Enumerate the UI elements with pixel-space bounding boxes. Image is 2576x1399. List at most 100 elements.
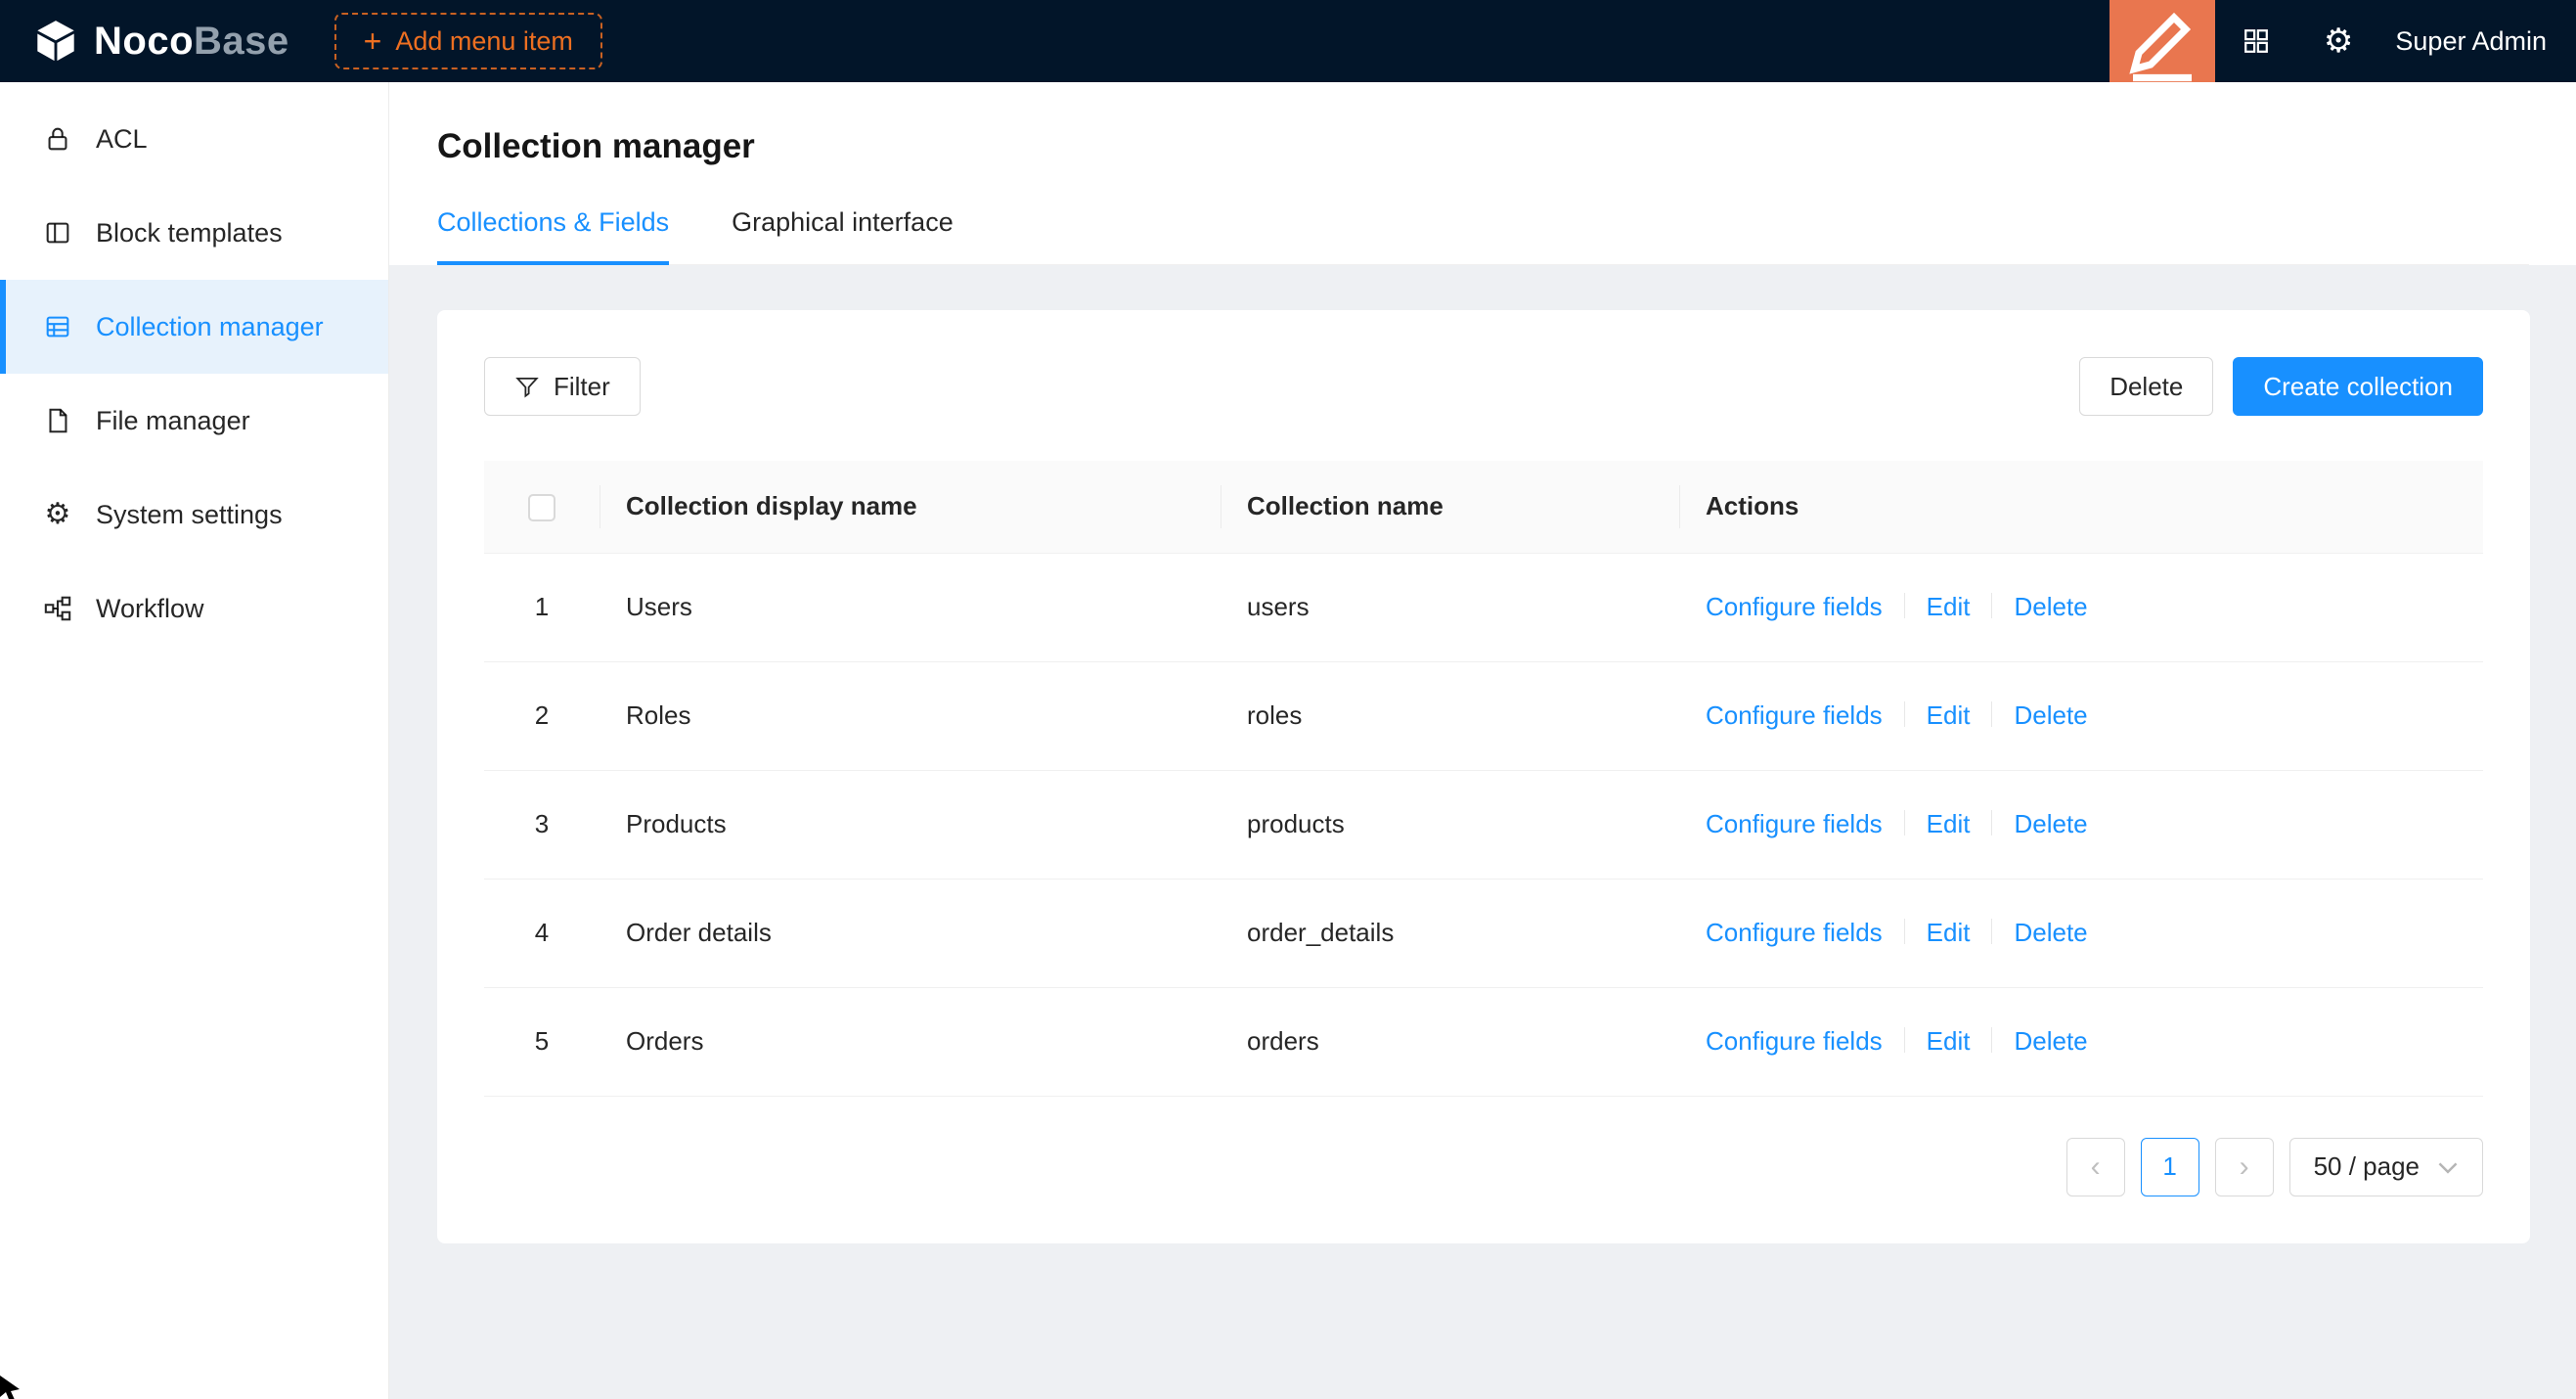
divider — [1904, 1027, 1905, 1053]
row-index: 5 — [484, 987, 600, 1096]
lock-icon — [43, 124, 72, 154]
filter-funnel-icon — [514, 374, 540, 399]
gear-icon: ⚙ — [43, 500, 72, 529]
highlighter-pen-icon — [2115, 0, 2209, 88]
delete-link[interactable]: Delete — [2014, 592, 2087, 621]
system-settings-button[interactable]: ⚙ — [2297, 0, 2379, 82]
cell-display-name: Products — [600, 770, 1221, 879]
collections-card: Filter Delete Create collection — [437, 310, 2530, 1243]
file-icon — [43, 406, 72, 435]
cell-display-name: Roles — [600, 661, 1221, 770]
edit-link[interactable]: Edit — [1927, 592, 1971, 621]
edit-link[interactable]: Edit — [1927, 809, 1971, 838]
edit-link[interactable]: Edit — [1927, 1026, 1971, 1056]
sidebar-item-acl[interactable]: ACL — [0, 92, 388, 186]
cell-collection-name: orders — [1221, 987, 1679, 1096]
tab-graphical-interface[interactable]: Graphical interface — [732, 207, 954, 265]
delete-link[interactable]: Delete — [2014, 809, 2087, 838]
tab-collections-fields[interactable]: Collections & Fields — [437, 207, 669, 265]
configure-fields-link[interactable]: Configure fields — [1706, 700, 1883, 730]
edit-link[interactable]: Edit — [1927, 700, 1971, 730]
delete-link[interactable]: Delete — [2014, 700, 2087, 730]
cell-display-name: Orders — [600, 987, 1221, 1096]
table-row: 3 Products products Configure fields Edit… — [484, 770, 2483, 879]
pagination-page-1-button[interactable]: 1 — [2141, 1138, 2199, 1196]
column-header-collection-name: Collection name — [1221, 461, 1679, 553]
page-header: Collection manager Collections & Fields … — [389, 82, 2576, 265]
content-area: Collection manager Collections & Fields … — [389, 82, 2576, 1399]
sidebar-item-block-templates[interactable]: Block templates — [0, 186, 388, 280]
divider — [1904, 593, 1905, 618]
grid-icon — [2242, 26, 2271, 56]
cell-collection-name: products — [1221, 770, 1679, 879]
filter-button[interactable]: Filter — [484, 357, 641, 416]
plus-icon: + — [364, 25, 382, 57]
divider — [1904, 810, 1905, 835]
topbar-right: ⚙ Super Admin — [2110, 0, 2576, 82]
sidebar-item-system-settings[interactable]: ⚙ System settings — [0, 468, 388, 562]
tab-bar: Collections & Fields Graphical interface — [437, 207, 2529, 265]
sidebar-item-collection-manager[interactable]: Collection manager — [0, 280, 388, 374]
row-index: 2 — [484, 661, 600, 770]
current-user[interactable]: Super Admin — [2379, 26, 2576, 57]
divider — [1991, 1027, 1992, 1053]
table-header-row: Collection display name Collection name … — [484, 461, 2483, 553]
divider — [1991, 701, 1992, 727]
configure-fields-link[interactable]: Configure fields — [1706, 918, 1883, 947]
cell-actions: Configure fields Edit Delete — [1679, 661, 2483, 770]
pagination-next-button[interactable]: › — [2215, 1138, 2274, 1196]
divider — [1991, 593, 1992, 618]
create-collection-button[interactable]: Create collection — [2233, 357, 2483, 416]
column-header-actions: Actions — [1679, 461, 2483, 553]
toolbar-right: Delete Create collection — [2079, 357, 2483, 416]
sidebar-item-file-manager[interactable]: File manager — [0, 374, 388, 468]
table-row: 4 Order details order_details Configure … — [484, 879, 2483, 987]
logo-text: NocoBase — [94, 20, 289, 64]
row-index: 4 — [484, 879, 600, 987]
select-all-checkbox[interactable] — [528, 494, 555, 521]
delete-link[interactable]: Delete — [2014, 918, 2087, 947]
delete-link[interactable]: Delete — [2014, 1026, 2087, 1056]
cell-display-name: Order details — [600, 879, 1221, 987]
configure-fields-link[interactable]: Configure fields — [1706, 809, 1883, 838]
content-body: Filter Delete Create collection — [389, 265, 2576, 1399]
table-row: 5 Orders orders Configure fields Edit Dele… — [484, 987, 2483, 1096]
page-size-value: 50 / page — [2314, 1151, 2420, 1182]
mouse-cursor — [0, 1376, 25, 1399]
configure-fields-link[interactable]: Configure fields — [1706, 592, 1883, 621]
page-title: Collection manager — [437, 127, 2529, 166]
edit-link[interactable]: Edit — [1927, 918, 1971, 947]
add-menu-item-button[interactable]: + Add menu item — [334, 13, 602, 69]
page-size-select[interactable]: 50 / page — [2289, 1138, 2483, 1196]
configure-fields-link[interactable]: Configure fields — [1706, 1026, 1883, 1056]
nocobase-cube-icon — [33, 19, 78, 64]
cell-collection-name: roles — [1221, 661, 1679, 770]
add-menu-item-label: Add menu item — [395, 26, 573, 57]
sidebar-item-label: File manager — [96, 406, 250, 436]
ui-editor-toggle-button[interactable] — [2110, 0, 2215, 82]
cell-display-name: Users — [600, 553, 1221, 661]
row-index: 3 — [484, 770, 600, 879]
divider — [1991, 810, 1992, 835]
column-header-display-name: Collection display name — [600, 461, 1221, 553]
app-root: NocoBase + Add menu item — [0, 0, 2576, 1399]
layout-icon — [43, 218, 72, 248]
logo-base: Base — [194, 20, 289, 63]
cell-actions: Configure fields Edit Delete — [1679, 770, 2483, 879]
pagination: ‹ 1 › 50 / page — [484, 1138, 2483, 1196]
sidebar-item-label: System settings — [96, 500, 283, 530]
collections-table: Collection display name Collection name … — [484, 461, 2483, 1097]
cell-actions: Configure fields Edit Delete — [1679, 553, 2483, 661]
sidebar-item-label: Workflow — [96, 594, 204, 624]
logo-noco: Noco — [94, 20, 194, 63]
table-row: 2 Roles roles Configure fields Edit Delete — [484, 661, 2483, 770]
nocobase-logo[interactable]: NocoBase — [0, 19, 325, 64]
plugins-button[interactable] — [2215, 0, 2297, 82]
delete-button[interactable]: Delete — [2079, 357, 2213, 416]
sidebar-item-label: Block templates — [96, 218, 283, 248]
pagination-prev-button[interactable]: ‹ — [2066, 1138, 2125, 1196]
topbar: NocoBase + Add menu item — [0, 0, 2576, 82]
sidebar-item-workflow[interactable]: Workflow — [0, 562, 388, 655]
divider — [1991, 919, 1992, 944]
card-toolbar: Filter Delete Create collection — [484, 357, 2483, 416]
